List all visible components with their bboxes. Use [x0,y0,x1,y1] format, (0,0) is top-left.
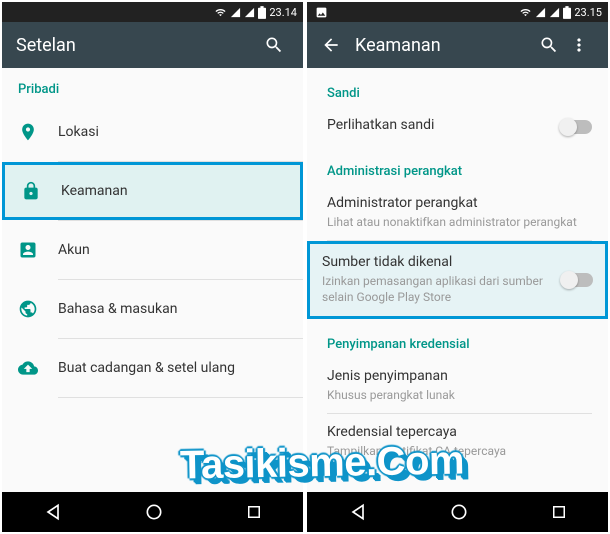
home-button[interactable] [449,502,469,522]
settings-item-security[interactable]: Keamanan [2,162,303,220]
lock-icon [17,181,61,201]
item-title: Jenis penyimpanan [327,368,592,384]
recent-button[interactable] [245,503,263,521]
section-header-personal: Pribadi [2,68,303,103]
item-label: Keamanan [61,183,288,199]
item-subtitle: Izinkan pemasangan aplikasi dari sumber … [322,273,553,305]
item-title: Perlihatkan sandi [327,117,552,133]
divider [58,397,303,398]
globe-icon [14,299,58,319]
wifi-icon [214,7,227,18]
section-header-password: Sandi [307,68,608,107]
settings-list: Pribadi Lokasi Keamanan Akun Bahasa & ma… [2,68,303,492]
status-bar: 23.15 [307,2,608,22]
item-title: Kredensial tepercaya [327,424,592,440]
back-icon[interactable] [321,35,355,55]
item-unknown-sources[interactable]: Sumber tidak dikenal Izinkan pemasangan … [307,241,608,318]
item-label: Buat cadangan & setel ulang [58,360,291,376]
signal-icon [244,7,255,18]
item-subtitle: Khusus perangkat lunak [327,387,592,403]
signal-icon [535,7,546,18]
wifi-icon [519,7,532,18]
item-device-admin[interactable]: Administrator perangkat Lihat atau nonak… [307,185,608,240]
item-label: Lokasi [58,124,291,140]
battery-icon [563,6,571,19]
clock: 23.15 [574,6,602,19]
section-header-admin: Administrasi perangkat [307,146,608,185]
item-title: Sumber tidak dikenal [322,254,553,270]
signal-icon [230,7,241,18]
status-bar: 23.14 [2,2,303,22]
item-label: Akun [58,242,291,258]
watermark: Tasikisme.Com [180,439,465,489]
section-header-cred: Penyimpanan kredensial [307,319,608,358]
backup-icon [14,358,58,378]
toggle-switch[interactable] [560,120,592,134]
search-icon[interactable] [259,35,289,55]
page-title: Setelan [16,35,259,56]
recent-button[interactable] [550,503,568,521]
settings-item-language[interactable]: Bahasa & masukan [2,280,303,338]
item-subtitle: Lihat atau nonaktifkan administrator per… [327,214,592,230]
clock: 23.14 [269,6,297,19]
image-icon [315,6,328,19]
item-show-password[interactable]: Perlihatkan sandi [307,107,608,146]
search-icon[interactable] [534,35,564,55]
more-icon[interactable] [564,35,594,55]
battery-icon [258,6,266,19]
app-bar: Keamanan [307,22,608,68]
back-button[interactable] [43,502,63,522]
signal-icon [549,7,560,18]
security-list: Sandi Perlihatkan sandi Administrasi per… [307,68,608,492]
app-bar: Setelan [2,22,303,68]
settings-item-backup[interactable]: Buat cadangan & setel ulang [2,339,303,397]
item-storage-type[interactable]: Jenis penyimpanan Khusus perangkat lunak [307,358,608,413]
location-icon [14,122,58,142]
toggle-switch[interactable] [561,273,593,287]
home-button[interactable] [144,502,164,522]
settings-item-location[interactable]: Lokasi [2,103,303,161]
settings-item-accounts[interactable]: Akun [2,221,303,279]
item-label: Bahasa & masukan [58,301,291,317]
back-button[interactable] [348,502,368,522]
page-title: Keamanan [355,35,534,56]
nav-bar [307,492,608,532]
nav-bar [2,492,303,532]
item-title: Administrator perangkat [327,195,592,211]
account-icon [14,240,58,260]
